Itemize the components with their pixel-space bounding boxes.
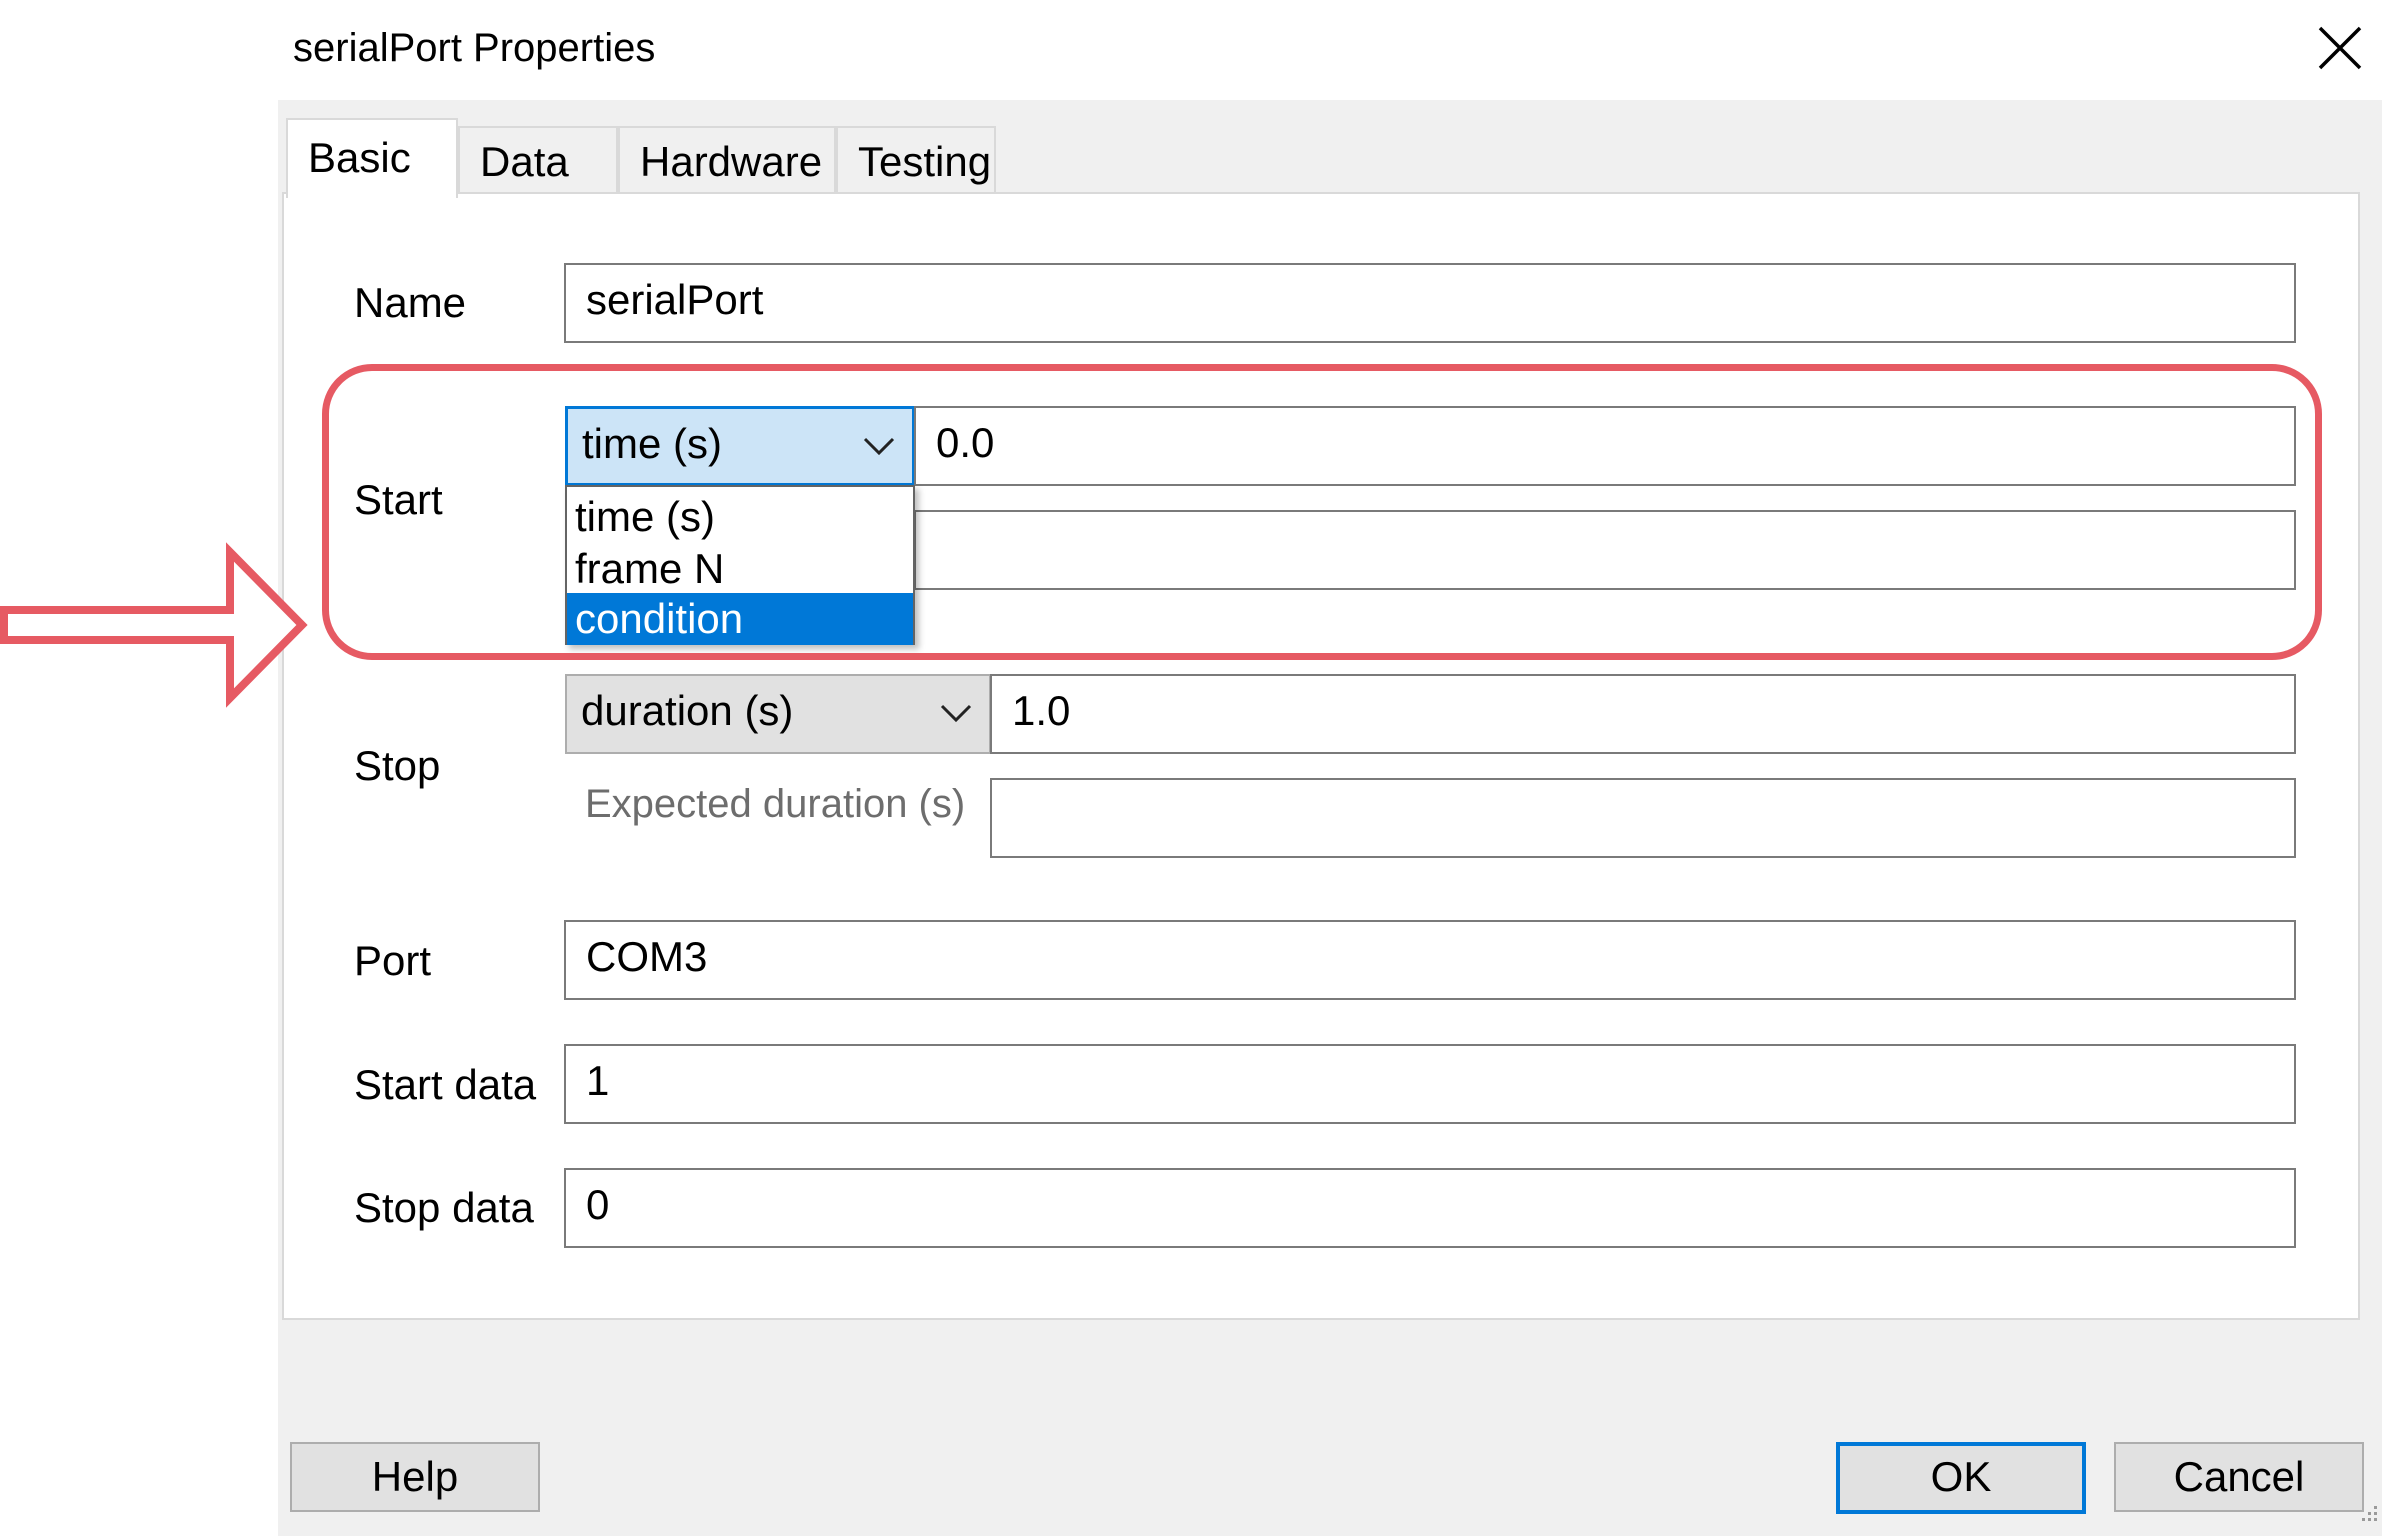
tab-data[interactable]: Data	[458, 126, 618, 196]
stop-value-field[interactable]: 1.0	[990, 674, 2296, 754]
name-label: Name	[354, 279, 467, 326]
stop-label: Stop	[354, 742, 441, 789]
expected-duration-label: Expected duration (s)	[585, 782, 966, 826]
tab-panel-basic	[282, 192, 2360, 1320]
name-field[interactable]: serialPort	[564, 263, 2296, 343]
close-icon[interactable]	[2310, 18, 2370, 78]
resize-grip-icon[interactable]	[2354, 1502, 2380, 1528]
start-data-label: Start data	[354, 1061, 537, 1108]
expected-duration-field[interactable]	[990, 778, 2296, 858]
cancel-button[interactable]: Cancel	[2114, 1442, 2364, 1512]
window-title: serialPort Properties	[293, 26, 656, 70]
chevron-down-icon[interactable]	[939, 698, 973, 728]
ok-button[interactable]: OK	[1836, 1442, 2086, 1514]
stop-data-label: Stop data	[354, 1184, 534, 1231]
port-field[interactable]: COM3	[564, 920, 2296, 1000]
stop-type-combo[interactable]: duration (s)	[565, 674, 991, 754]
start-data-field[interactable]: 1	[564, 1044, 2296, 1124]
tab-basic[interactable]: Basic	[286, 118, 458, 198]
port-label: Port	[354, 937, 432, 984]
annotation-highlight-box	[322, 364, 2322, 660]
arrow-right-icon	[0, 540, 310, 710]
tab-hardware[interactable]: Hardware	[618, 126, 836, 196]
stop-data-field[interactable]: 0	[564, 1168, 2296, 1248]
stop-type-selected: duration (s)	[581, 687, 794, 734]
tab-testing[interactable]: Testing	[836, 126, 996, 196]
help-button[interactable]: Help	[290, 1442, 540, 1512]
